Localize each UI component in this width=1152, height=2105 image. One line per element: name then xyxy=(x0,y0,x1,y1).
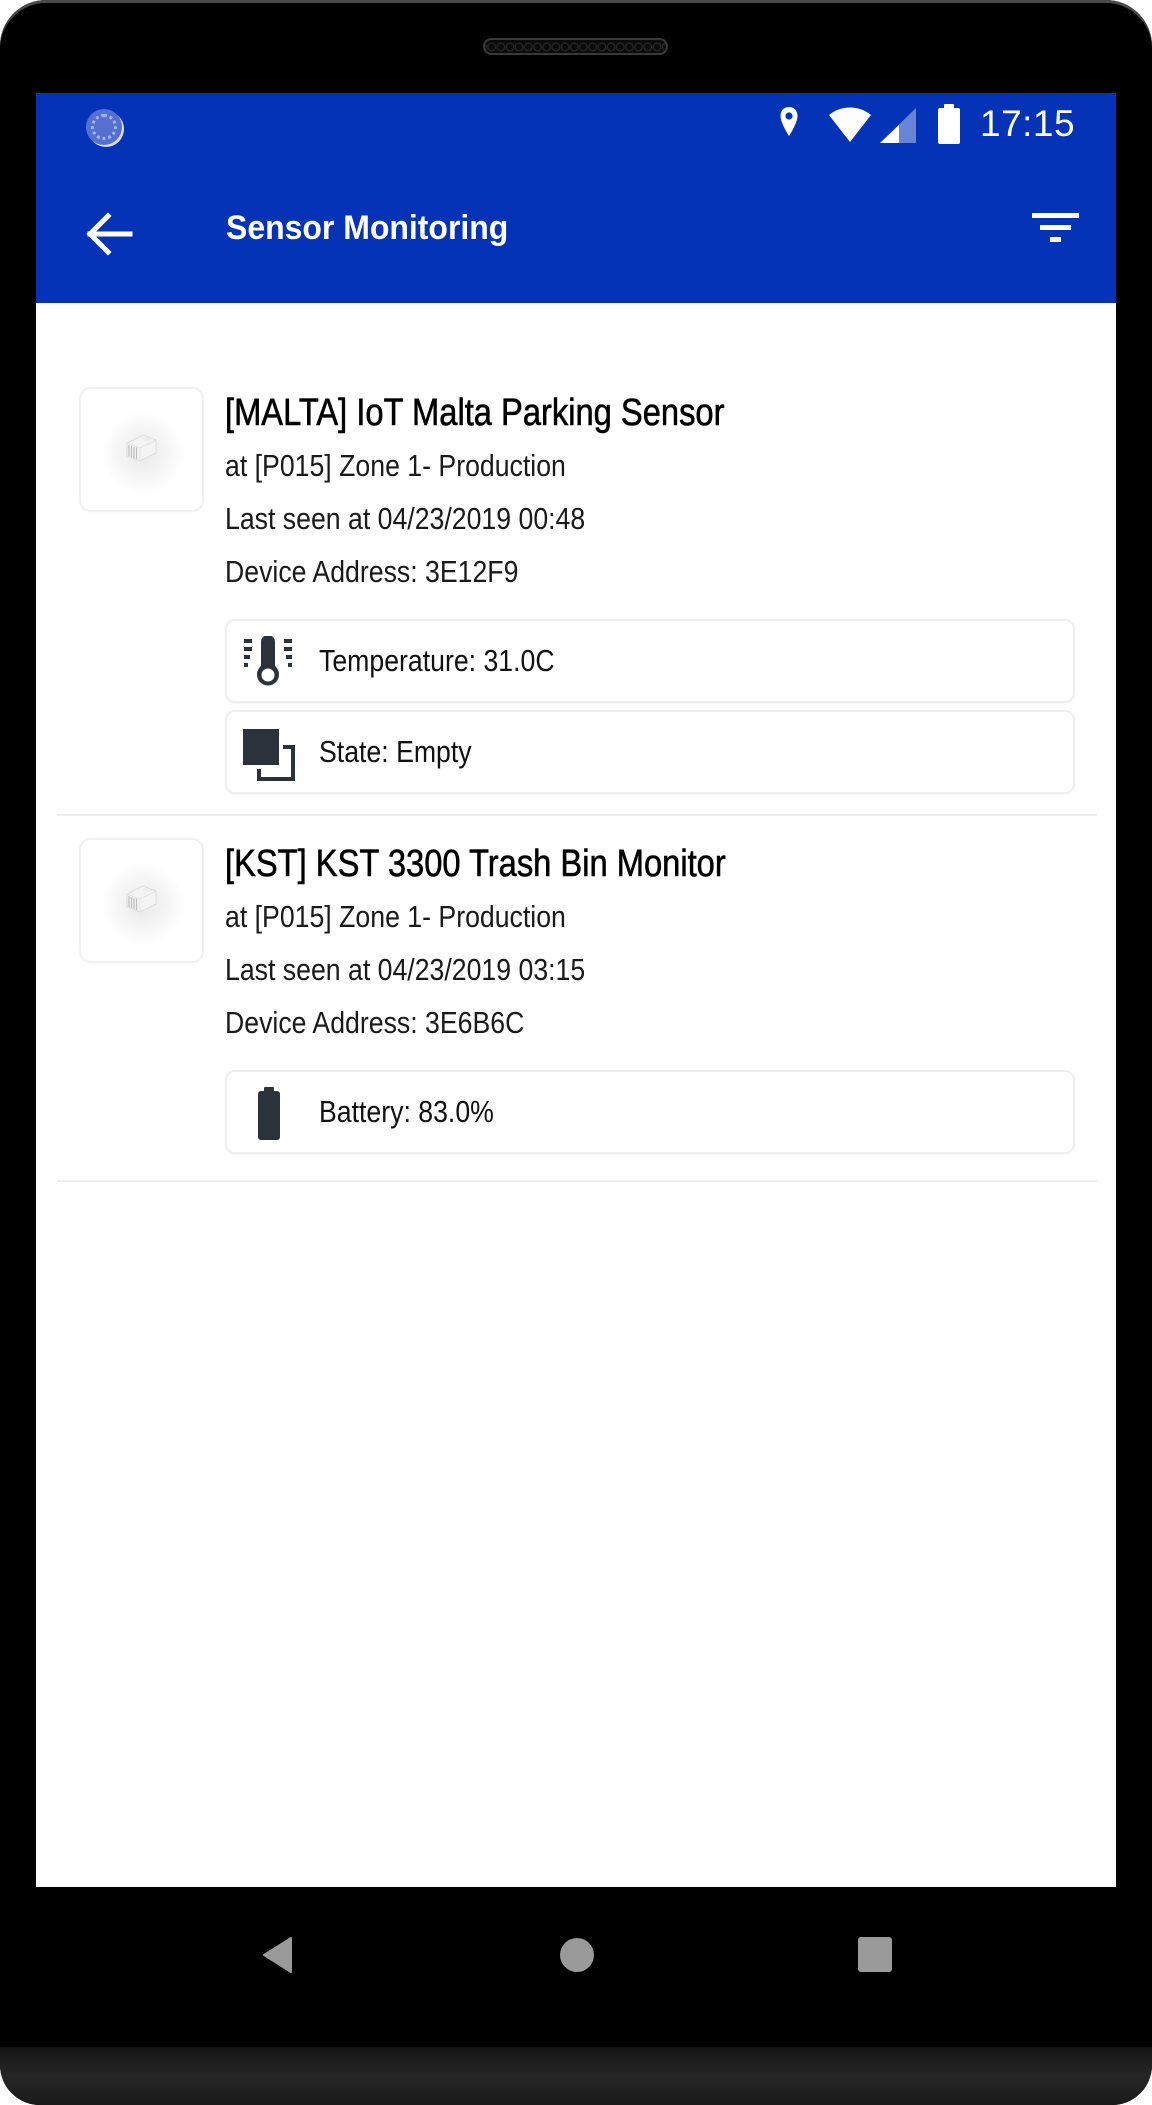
sensor-device-image xyxy=(126,885,157,913)
sensor-title: [MALTA] IoT Malta Parking Sensor xyxy=(225,392,725,435)
sensor-readings: Battery: 83.0% xyxy=(225,1070,1075,1154)
phone-frame: 17:15 Sensor Monitoring [MALTA] IoT Malt… xyxy=(0,0,1152,2105)
sensor-address: Device Address: 3E6B6C xyxy=(225,1005,525,1040)
status-time: 17:15 xyxy=(980,103,1076,144)
reading-label: State: Empty xyxy=(319,734,472,769)
sync-icon xyxy=(86,109,122,145)
sensor-list-item[interactable]: [MALTA] IoT Malta Parking Sensor at [P01… xyxy=(36,303,1116,816)
back-button[interactable] xyxy=(82,206,138,262)
signal-icon xyxy=(880,108,916,143)
location-icon xyxy=(780,107,798,136)
sensor-location: at [P015] Zone 1- Production xyxy=(225,448,566,483)
arrow-left-icon xyxy=(86,212,133,256)
app-screen: 17:15 Sensor Monitoring [MALTA] IoT Malt… xyxy=(36,93,1116,1887)
reading-chip-temperature[interactable]: Temperature: 31.0C xyxy=(225,619,1075,703)
page-title: Sensor Monitoring xyxy=(226,209,509,247)
device-thumbnail xyxy=(79,387,204,512)
list-divider xyxy=(57,1180,1097,1182)
thermometer-icon xyxy=(244,636,292,686)
filter-button[interactable] xyxy=(1022,203,1088,263)
sensor-device-image xyxy=(126,434,157,462)
wifi-icon xyxy=(829,107,871,142)
battery-icon xyxy=(258,1087,280,1140)
sensor-address: Device Address: 3E12F9 xyxy=(225,554,519,589)
sensor-title: [KST] KST 3300 Trash Bin Monitor xyxy=(225,843,726,886)
bottom-bezel xyxy=(0,2047,1152,2105)
nav-back-icon[interactable] xyxy=(258,1936,298,1974)
device-thumbnail xyxy=(79,838,204,963)
sensor-list: [MALTA] IoT Malta Parking Sensor at [P01… xyxy=(36,303,1116,1182)
reading-chip-state[interactable]: State: Empty xyxy=(225,710,1075,794)
sensor-location: at [P015] Zone 1- Production xyxy=(225,899,566,934)
sensor-readings: Temperature: 31.0C State: Empty xyxy=(225,619,1075,794)
reading-label: Temperature: 31.0C xyxy=(319,643,555,678)
system-nav-bar xyxy=(0,1887,1152,2047)
app-bar: 17:15 Sensor Monitoring xyxy=(36,93,1116,303)
reading-label: Battery: 83.0% xyxy=(319,1094,494,1129)
nav-home-icon[interactable] xyxy=(557,1936,597,1974)
filter-icon xyxy=(1032,213,1079,242)
speaker-grille xyxy=(483,38,668,55)
sensor-last-seen: Last seen at 04/23/2019 03:15 xyxy=(225,952,586,987)
sensor-list-item[interactable]: [KST] KST 3300 Trash Bin Monitor at [P01… xyxy=(36,816,1116,1182)
reading-chip-battery[interactable]: Battery: 83.0% xyxy=(225,1070,1075,1154)
state-icon xyxy=(243,729,295,781)
sensor-last-seen: Last seen at 04/23/2019 00:48 xyxy=(225,501,586,536)
battery-icon xyxy=(938,104,960,144)
nav-recents-icon[interactable] xyxy=(855,1936,895,1974)
